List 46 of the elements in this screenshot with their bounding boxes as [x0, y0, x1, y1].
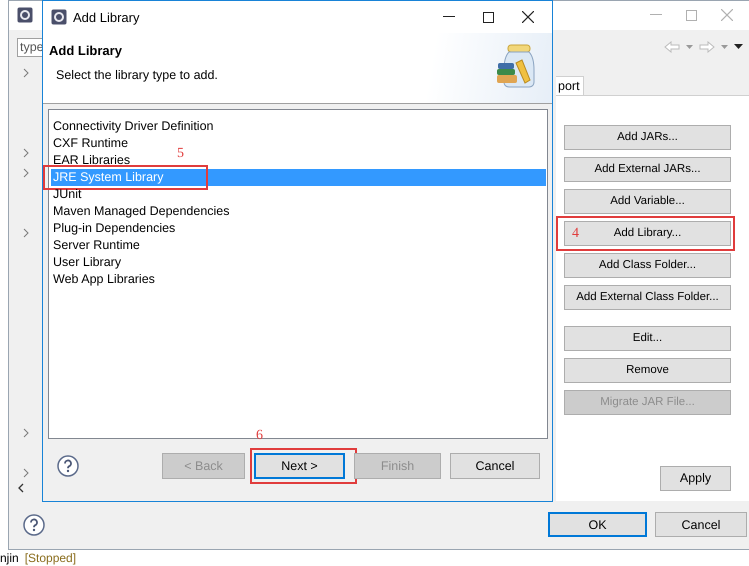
- tab[interactable]: port: [556, 76, 584, 95]
- app-icon: [17, 7, 33, 24]
- close-icon[interactable]: [522, 11, 534, 23]
- dropdown-icon[interactable]: [721, 44, 728, 49]
- list-item[interactable]: Connectivity Driver Definition: [51, 118, 214, 135]
- side-button[interactable]: Add JARs...: [564, 124, 731, 150]
- side-button[interactable]: Add External JARs...: [564, 156, 731, 182]
- chevron-icon[interactable]: [23, 68, 29, 78]
- footer-button[interactable]: OK: [548, 512, 647, 538]
- chevron-icon[interactable]: [23, 168, 29, 178]
- library-jar-icon: [496, 43, 536, 89]
- step-number: 5: [177, 147, 184, 161]
- help-icon[interactable]: [23, 514, 45, 536]
- dropdown-icon[interactable]: [686, 44, 693, 49]
- minimize-icon[interactable]: [443, 16, 455, 18]
- chevron-icon[interactable]: [23, 428, 29, 438]
- help-icon[interactable]: [57, 455, 79, 477]
- list-item[interactable]: CXF Runtime: [51, 135, 128, 152]
- scroll-left-icon[interactable]: [17, 482, 25, 493]
- list-item[interactable]: EAR Libraries: [51, 152, 130, 169]
- wizard-button[interactable]: Next >: [254, 453, 345, 479]
- list-item[interactable]: Server Runtime: [51, 237, 140, 254]
- side-button[interactable]: Add Class Folder...: [564, 252, 731, 278]
- maximize-icon[interactable]: [483, 12, 494, 22]
- side-button[interactable]: Add External Class Folder...: [564, 284, 731, 310]
- apply-button[interactable]: Apply: [660, 466, 731, 491]
- dialog-description: Select the library type to add.: [55, 68, 219, 82]
- footer-button[interactable]: Cancel: [655, 512, 747, 538]
- console-state: [Stopped]: [24, 551, 76, 565]
- side-button[interactable]: Add Variable...: [564, 188, 731, 214]
- window-title: Add Library: [73, 10, 140, 24]
- list-item[interactable]: Plug-in Dependencies: [51, 220, 176, 237]
- app-icon: [51, 9, 67, 25]
- side-button[interactable]: Remove: [564, 358, 731, 383]
- list-item[interactable]: Maven Managed Dependencies: [51, 203, 230, 220]
- list-item[interactable]: User Library: [51, 254, 122, 271]
- side-button[interactable]: Edit...: [564, 326, 731, 351]
- list-item[interactable]: Web App Libraries: [51, 271, 155, 288]
- list-item[interactable]: JUnit: [51, 186, 82, 203]
- chevron-icon[interactable]: [23, 468, 29, 478]
- wizard-button[interactable]: Cancel: [450, 453, 540, 479]
- chevron-icon[interactable]: [23, 228, 29, 238]
- chevron-icon[interactable]: [23, 148, 29, 158]
- view-menu-icon[interactable]: [734, 44, 743, 50]
- console-name: njin: [0, 551, 19, 565]
- step-number: 4: [572, 226, 579, 241]
